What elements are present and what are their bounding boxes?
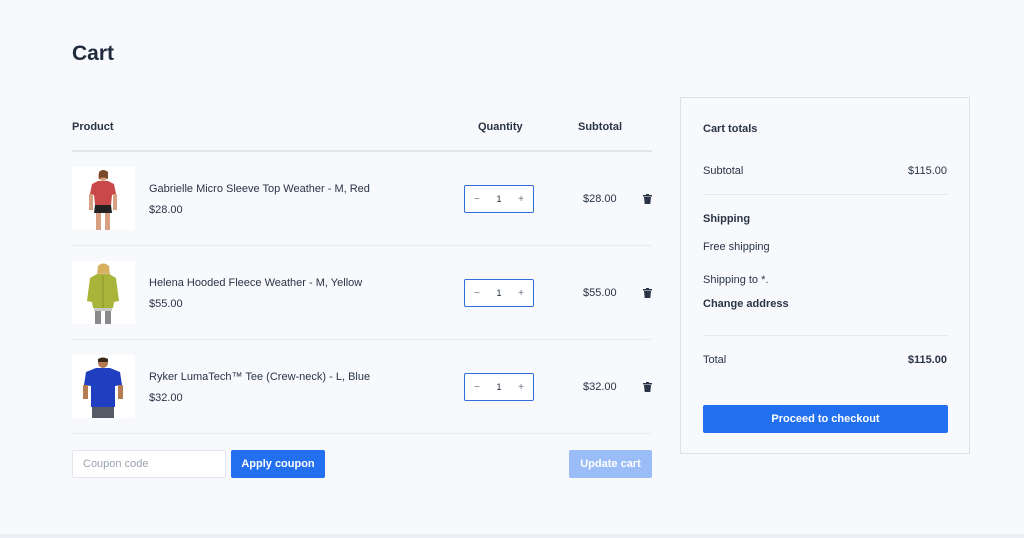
update-cart-button[interactable]: Update cart [569, 450, 652, 478]
yellow-hoodie-image [72, 261, 135, 324]
proceed-to-checkout-button[interactable]: Proceed to checkout [703, 405, 948, 433]
quantity-stepper[interactable]: − 1 + [464, 373, 534, 401]
shipping-destination: Shipping to *. [703, 274, 769, 286]
header-quantity: Quantity [478, 121, 523, 133]
product-name[interactable]: Ryker LumaTech™ Tee (Crew-neck) - L, Blu… [149, 371, 370, 383]
table-row: Ryker LumaTech™ Tee (Crew-neck) - L, Blu… [72, 340, 652, 434]
coupon-input[interactable] [72, 450, 226, 478]
decrement-button[interactable]: − [474, 382, 480, 393]
cart-table: Product Quantity Subtotal Gabrielle Micr… [72, 96, 652, 434]
subtotal-label: Subtotal [703, 165, 744, 177]
increment-button[interactable]: + [518, 194, 524, 205]
product-price: $55.00 [149, 298, 183, 310]
total-value: $115.00 [907, 354, 947, 366]
shipping-label: Shipping [703, 213, 751, 225]
increment-button[interactable]: + [518, 382, 524, 393]
cart-totals-title: Cart totals [703, 123, 758, 135]
trash-icon[interactable] [643, 194, 652, 204]
bottom-bar [0, 534, 1024, 538]
product-image[interactable] [72, 355, 135, 418]
page-title: Cart [72, 42, 115, 65]
product-image[interactable] [72, 261, 135, 324]
table-row: Gabrielle Micro Sleeve Top Weather - M, … [72, 152, 652, 246]
trash-icon[interactable] [643, 288, 652, 298]
table-row: Helena Hooded Fleece Weather - M, Yellow… [72, 246, 652, 340]
quantity-stepper[interactable]: − 1 + [464, 185, 534, 213]
quantity-value[interactable]: 1 [496, 382, 501, 392]
row-subtotal: $55.00 [583, 287, 617, 299]
quantity-value[interactable]: 1 [496, 194, 501, 204]
product-name[interactable]: Helena Hooded Fleece Weather - M, Yellow [149, 277, 362, 289]
quantity-stepper[interactable]: − 1 + [464, 279, 534, 307]
blue-tee-image [72, 355, 135, 418]
divider [703, 194, 948, 195]
subtotal-value: $115.00 [908, 165, 947, 177]
change-address-link[interactable]: Change address [703, 298, 789, 310]
trash-icon[interactable] [643, 382, 652, 392]
product-price: $32.00 [149, 392, 183, 404]
divider [703, 335, 948, 336]
apply-coupon-button[interactable]: Apply coupon [231, 450, 325, 478]
product-price: $28.00 [149, 204, 183, 216]
product-image[interactable] [72, 167, 135, 230]
header-product: Product [72, 121, 114, 133]
shipping-method: Free shipping [703, 241, 770, 253]
row-subtotal: $32.00 [583, 381, 617, 393]
header-subtotal: Subtotal [578, 121, 622, 133]
decrement-button[interactable]: − [474, 288, 480, 299]
decrement-button[interactable]: − [474, 194, 480, 205]
red-top-image [72, 167, 135, 230]
quantity-value[interactable]: 1 [496, 288, 501, 298]
increment-button[interactable]: + [518, 288, 524, 299]
table-header: Product Quantity Subtotal [72, 96, 652, 152]
cart-totals-panel: Cart totals Subtotal $115.00 Shipping Fr… [680, 97, 970, 454]
total-label: Total [703, 354, 727, 366]
row-subtotal: $28.00 [583, 193, 617, 205]
product-name[interactable]: Gabrielle Micro Sleeve Top Weather - M, … [149, 183, 370, 195]
